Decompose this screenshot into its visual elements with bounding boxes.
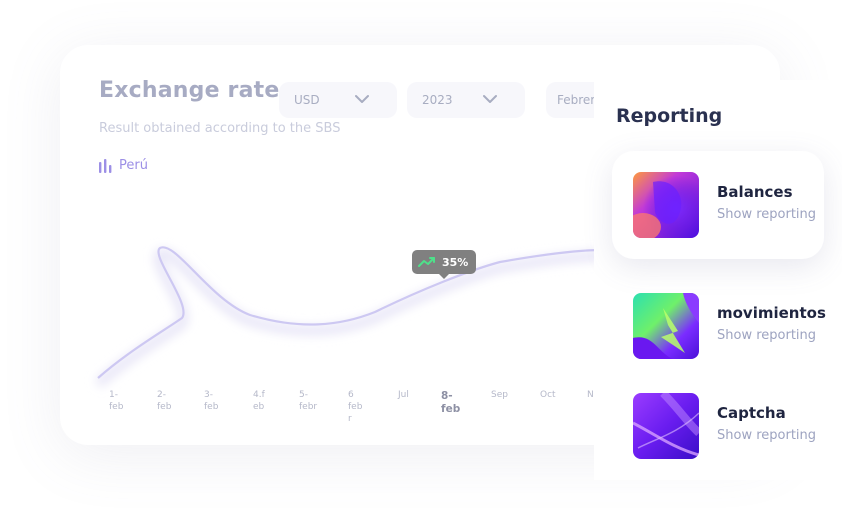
x-tick-label: 6 feb r (348, 390, 363, 424)
show-reporting-link[interactable]: Show reporting (717, 207, 816, 222)
change-tooltip: 35% (412, 250, 476, 279)
show-reporting-link[interactable]: Show reporting (717, 428, 816, 443)
movimientos-thumbnail (633, 293, 699, 359)
x-tick-label: 3- feb (204, 390, 219, 412)
show-reporting-link[interactable]: Show reporting (717, 328, 816, 343)
report-item-movimientos[interactable]: movimientos Show reporting (612, 272, 826, 380)
report-name: movimientos (717, 304, 826, 322)
x-tick-label: Oct (540, 390, 556, 400)
x-tick-label: 2- feb (157, 390, 172, 412)
x-tick-label: 5- febr (299, 390, 318, 412)
trend-up-icon (418, 257, 435, 267)
x-tick-label: 1- feb (109, 390, 124, 412)
balances-thumbnail (633, 172, 699, 238)
report-name: Balances (717, 183, 793, 201)
x-tick-label-active: 8- feb (441, 390, 461, 415)
report-item-balances[interactable]: Balances Show reporting (612, 151, 824, 259)
reporting-title: Reporting (616, 105, 723, 127)
x-tick-label: Sep (491, 390, 508, 400)
report-item-captcha[interactable]: Captcha Show reporting (612, 372, 824, 480)
report-name: Captcha (717, 404, 786, 422)
x-tick-label: Jul (398, 390, 409, 400)
x-tick-label: 4.f eb (253, 390, 265, 412)
captcha-thumbnail (633, 393, 699, 459)
tooltip-value: 35% (442, 255, 469, 269)
